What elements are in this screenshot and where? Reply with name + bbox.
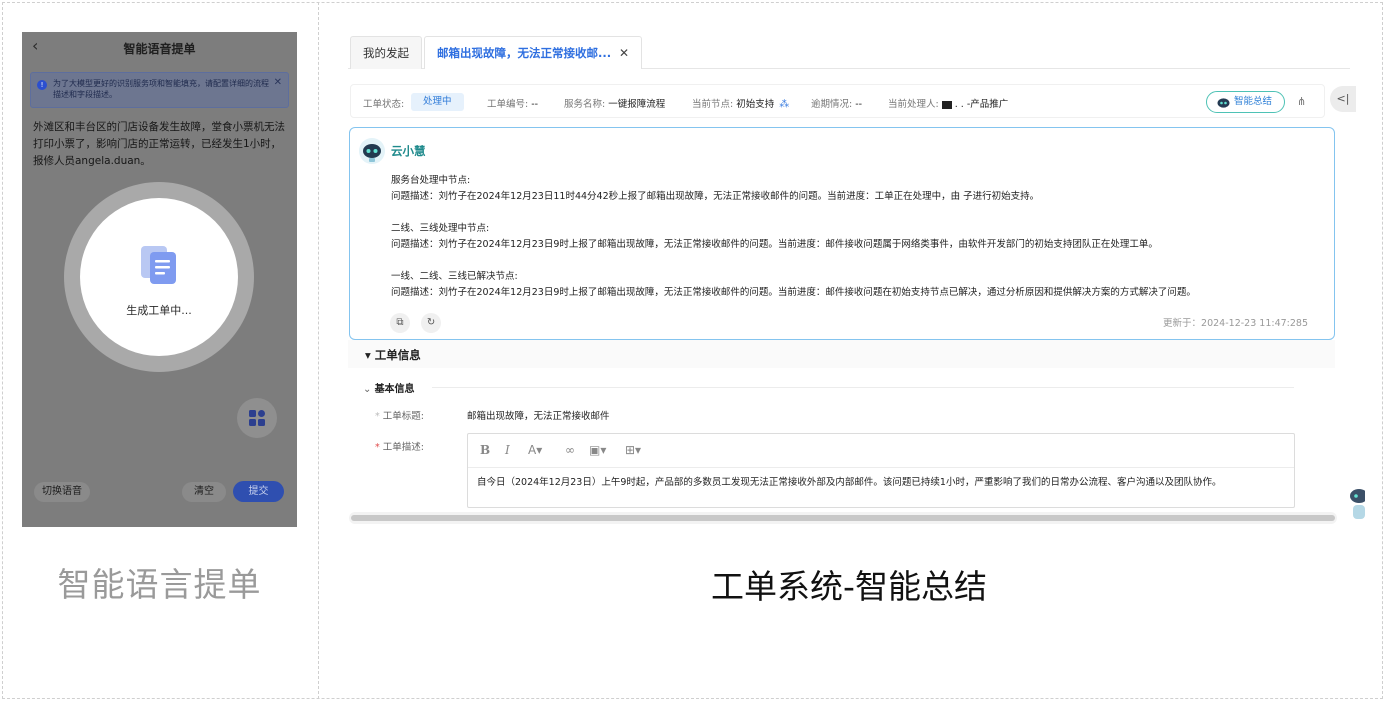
right-caption: 工单系统-智能总结 bbox=[711, 567, 987, 606]
summary-text: 问题描述：刘竹子在2024年12月23日9时上报了邮箱出现故障，无法正常接收邮件… bbox=[391, 239, 1158, 250]
summary-heading: 服务台处理中节点: bbox=[391, 175, 471, 186]
robot-avatar-icon bbox=[359, 138, 385, 164]
info-icon: ! bbox=[37, 80, 47, 90]
phone-screen: ‹ 智能语音提单 ! 为了大模型更好的识别服务项和智能填充，请配置详细的流程描述… bbox=[22, 32, 297, 527]
close-icon[interactable]: ✕ bbox=[274, 77, 282, 88]
overdue-field: 逾期情况: -- bbox=[811, 96, 862, 110]
editor-content: 自今日（2024年12月23日）上午9时起，产品部的多数员工发现无法正常接收外部… bbox=[477, 477, 1222, 488]
summary-section: 二线、三线处理中节点: 问题描述：刘竹子在2024年12月23日9时上报了邮箱出… bbox=[391, 221, 1311, 253]
node-label: 当前节点: bbox=[692, 99, 734, 110]
tab-my-requests[interactable]: 我的发起 bbox=[350, 36, 422, 69]
overdue-value: -- bbox=[855, 99, 863, 110]
clear-button[interactable]: 清空 bbox=[182, 482, 226, 502]
horizontal-scrollbar[interactable] bbox=[349, 512, 1337, 524]
phone-header: ‹ 智能语音提单 bbox=[22, 32, 297, 62]
grid-icon bbox=[249, 410, 265, 426]
description-editor[interactable]: B I A▾ ∞ ▣▾ ⊞▾ 自今日（2024年12月23日）上午9时起，产品部… bbox=[467, 433, 1295, 508]
node-value: 初始支持 bbox=[736, 99, 775, 110]
service-label: 服务名称: bbox=[564, 99, 606, 110]
service-value: 一键报障流程 bbox=[608, 99, 666, 110]
summary-section: 一线、二线、三线已解决节点: 问题描述：刘竹子在2024年12月23日9时上报了… bbox=[391, 269, 1311, 301]
handler-label: 当前处理人: bbox=[888, 99, 939, 110]
handler-value: . . -产品推广 bbox=[954, 99, 1009, 110]
editor-toolbar: B I A▾ ∞ ▣▾ ⊞▾ bbox=[468, 434, 1294, 468]
status-badge: 处理中 bbox=[411, 93, 464, 111]
bold-icon[interactable]: B bbox=[480, 443, 490, 457]
summary-text: 问题描述：刘竹子在2024年12月23日9时上报了邮箱出现故障，无法正常接收邮件… bbox=[391, 287, 1196, 298]
section-header-bg bbox=[348, 340, 1335, 368]
title-label-text: 工单标题: bbox=[382, 411, 424, 422]
generating-label: 生成工单中... bbox=[126, 304, 192, 317]
italic-icon[interactable]: I bbox=[505, 443, 510, 457]
chevron-down-icon: ⌄ bbox=[363, 384, 375, 395]
font-color-icon[interactable]: A▾ bbox=[528, 443, 542, 457]
number-label: 工单编号: bbox=[487, 99, 529, 110]
required-marker: * bbox=[375, 442, 383, 453]
close-icon[interactable]: ✕ bbox=[619, 37, 629, 70]
flow-icon[interactable]: ⁂ bbox=[779, 99, 789, 110]
image-icon[interactable]: ▣▾ bbox=[589, 443, 606, 457]
smart-summary-button[interactable]: 智能总结 bbox=[1206, 91, 1285, 113]
switch-voice-button[interactable]: 切换语音 bbox=[34, 482, 90, 502]
caret-down-icon: ▾ bbox=[365, 348, 375, 362]
document-icon bbox=[141, 246, 176, 284]
summary-heading: 一线、二线、三线已解决节点: bbox=[391, 271, 518, 282]
section-ticket-info-label: 工单信息 bbox=[374, 348, 421, 362]
smart-summary-label: 智能总结 bbox=[1234, 96, 1273, 107]
node-field: 当前节点: 初始支持 ⁂ bbox=[692, 96, 789, 110]
subsection-basic-info[interactable]: ⌄ 基本信息 bbox=[363, 380, 415, 395]
submit-button[interactable]: 提交 bbox=[233, 481, 284, 502]
number-field: 工单编号: -- bbox=[487, 96, 538, 110]
service-field: 服务名称: 一键报障流程 bbox=[564, 96, 665, 110]
link-icon[interactable]: ∞ bbox=[565, 443, 575, 457]
voice-transcript: 外滩区和丰台区的门店设备发生故障，堂食小票机无法打印小票了，影响门店的正常运转，… bbox=[33, 121, 285, 167]
table-icon[interactable]: ⊞▾ bbox=[625, 443, 641, 457]
robot-icon bbox=[1217, 98, 1230, 108]
apps-button[interactable] bbox=[237, 398, 277, 438]
refresh-icon[interactable]: ↻ bbox=[421, 313, 442, 333]
copy-icon[interactable]: ⧉ bbox=[390, 313, 410, 333]
state-label: 工单状态: bbox=[363, 99, 405, 110]
share-icon[interactable]: ⋔ bbox=[1297, 95, 1306, 108]
section-ticket-info[interactable]: ▾ 工单信息 bbox=[365, 347, 421, 363]
title-field-label: * 工单标题: bbox=[375, 408, 424, 422]
desc-field-label: * 工单描述: bbox=[375, 439, 424, 453]
tab-bar: 我的发起 邮箱出现故障，无法正常接收邮... ✕ bbox=[348, 36, 1350, 69]
overdue-label: 逾期情况: bbox=[811, 99, 853, 110]
notice-banner: ! 为了大模型更好的识别服务项和智能填充，请配置详细的流程描述和字段描述。 ✕ bbox=[30, 72, 289, 108]
summary-text: 问题描述：刘竹子在2024年12月23日11时44分42秒上报了邮箱出现故障，无… bbox=[391, 191, 1040, 202]
updated-timestamp: 更新于：2024-12-23 11:47:285 bbox=[1163, 318, 1308, 329]
summary-section: 服务台处理中节点: 问题描述：刘竹子在2024年12月23日11时44分42秒上… bbox=[391, 173, 1311, 205]
summary-heading: 二线、三线处理中节点: bbox=[391, 223, 490, 234]
notice-text: 为了大模型更好的识别服务项和智能填充，请配置详细的流程描述和字段描述。 bbox=[53, 79, 269, 99]
floating-robot-icon[interactable] bbox=[1345, 478, 1365, 522]
redaction-mark bbox=[941, 100, 952, 109]
tab-ticket[interactable]: 邮箱出现故障，无法正常接收邮... ✕ bbox=[424, 36, 642, 69]
number-value: -- bbox=[531, 99, 539, 110]
optional-marker: * bbox=[375, 411, 383, 422]
phone-title: 智能语音提单 bbox=[123, 42, 196, 56]
desc-label-text: 工单描述: bbox=[382, 442, 424, 453]
scrollbar-thumb[interactable] bbox=[351, 515, 1335, 521]
summary-tools: ⧉ ↻ bbox=[390, 310, 447, 333]
subsection-basic-info-label: 基本信息 bbox=[374, 384, 415, 395]
ai-summary-card: 云小慧 服务台处理中节点: 问题描述：刘竹子在2024年12月23日11时44分… bbox=[349, 127, 1335, 340]
subsection-divider bbox=[432, 387, 1294, 388]
assistant-name: 云小慧 bbox=[391, 144, 426, 158]
ticket-status-bar: 工单状态: 处理中 工单编号: -- 服务名称: 一键报障流程 当前节点: 初始… bbox=[350, 84, 1325, 118]
panel-divider bbox=[318, 2, 319, 699]
tab-ticket-label: 邮箱出现故障，无法正常接收邮... bbox=[437, 46, 612, 60]
left-caption: 智能语言提单 bbox=[57, 565, 262, 604]
collapse-panel-icon[interactable]: <| bbox=[1330, 86, 1356, 112]
ticket-title-value[interactable]: 邮箱出现故障，无法正常接收邮件 bbox=[467, 408, 610, 422]
handler-field: 当前处理人: . . -产品推广 bbox=[888, 96, 1008, 110]
